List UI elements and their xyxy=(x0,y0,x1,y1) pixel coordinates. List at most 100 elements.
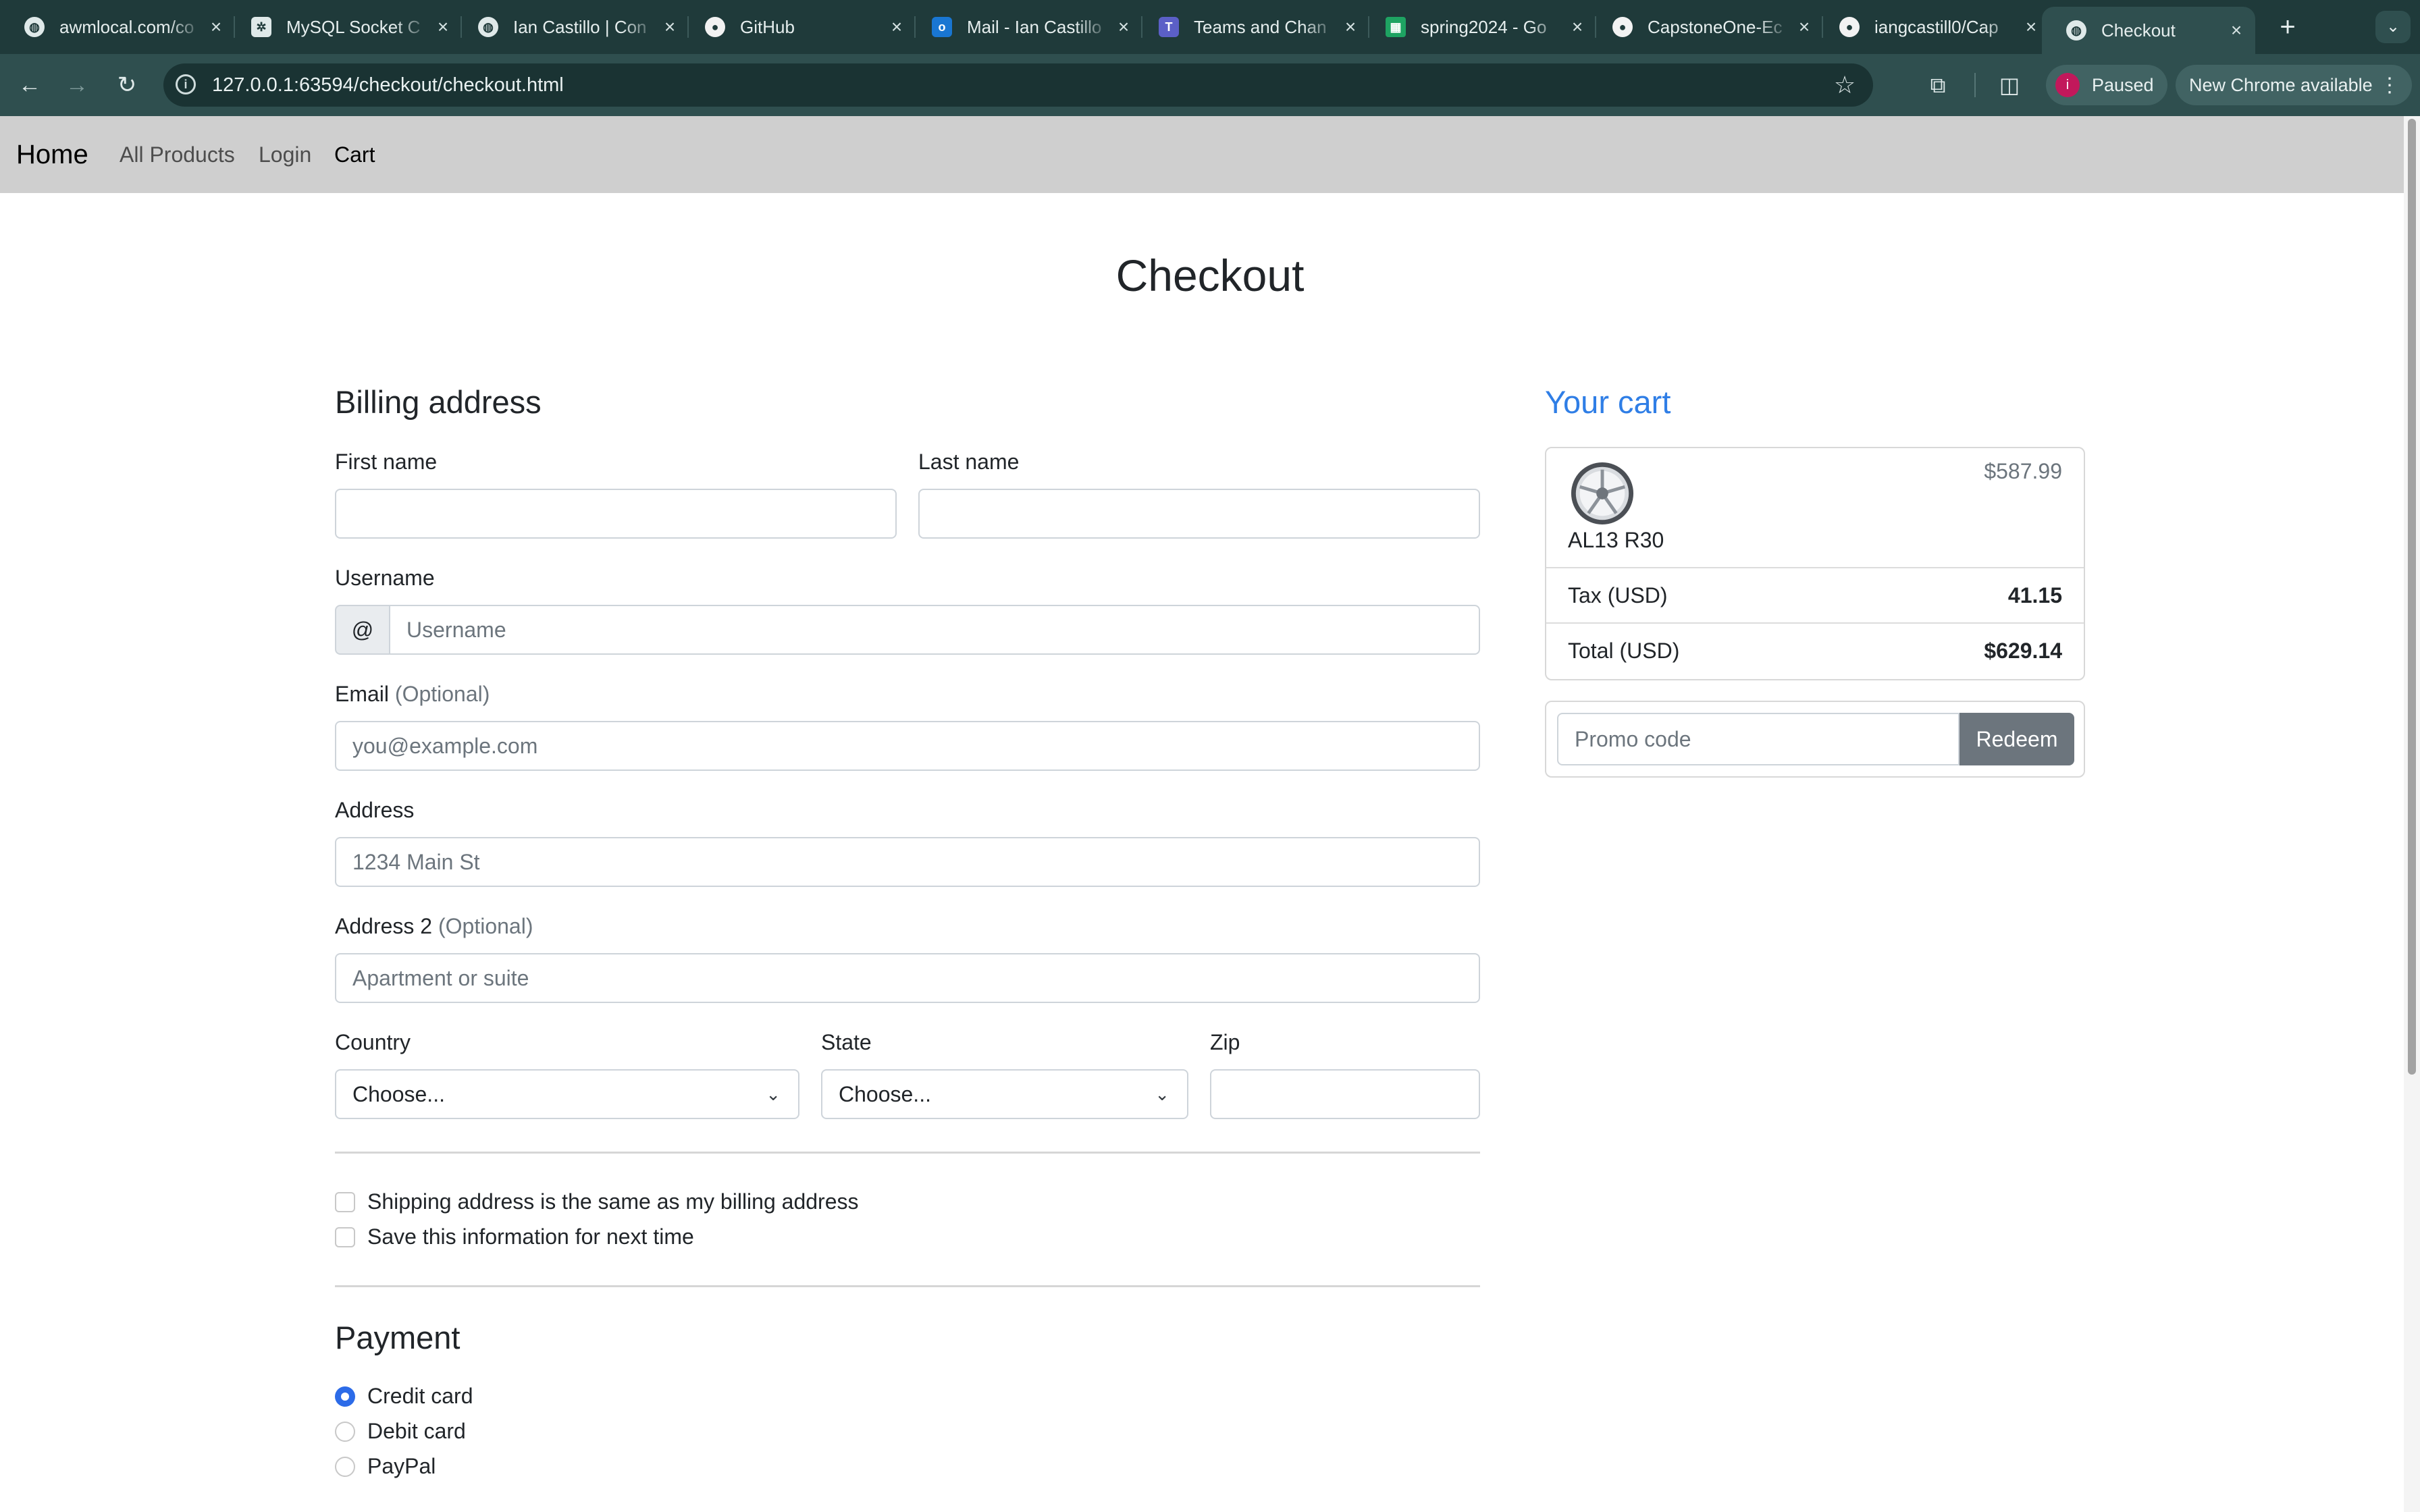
browser-tab-active[interactable]: ◍ Checkout × xyxy=(2042,7,2255,54)
browser-tab[interactable]: ✲ MySQL Socket C × xyxy=(227,7,462,47)
reload-icon[interactable]: ↻ xyxy=(109,68,144,103)
close-icon[interactable]: × xyxy=(1111,16,1136,38)
tax-label: Tax (USD) xyxy=(1568,583,1668,608)
chatgpt-icon: ✲ xyxy=(251,17,271,37)
browser-tab[interactable]: ● CapstoneOne-Ec × xyxy=(1588,7,1823,47)
update-chrome-button[interactable]: New Chrome available ⋮ xyxy=(2176,65,2412,105)
nav-home-link[interactable]: Home xyxy=(16,116,88,193)
address2-field[interactable]: Apartment or suite xyxy=(335,953,1480,1003)
teams-icon: T xyxy=(1159,17,1179,37)
close-icon[interactable]: × xyxy=(1338,16,1363,38)
address2-label-text: Address 2 xyxy=(335,914,433,938)
paypal-label: PayPal xyxy=(367,1454,436,1478)
profile-button[interactable]: i Paused xyxy=(2046,65,2167,105)
update-label: New Chrome available xyxy=(2189,74,2373,95)
email-label-text: Email xyxy=(335,682,390,706)
close-icon[interactable]: × xyxy=(1792,16,1816,38)
same-address-checkbox[interactable] xyxy=(335,1192,355,1212)
browser-toolbar: ← → ↻ i 127.0.0.1:63594/checkout/checkou… xyxy=(0,54,2420,116)
state-selected-value: Choose... xyxy=(839,1082,931,1106)
save-info-label: Save this information for next time xyxy=(367,1224,694,1249)
email-label: Email (Optional) xyxy=(335,682,490,707)
debit-card-radio[interactable] xyxy=(335,1422,355,1442)
chevron-down-icon: ⌄ xyxy=(766,1084,781,1104)
browser-tab[interactable]: T Teams and Chan × xyxy=(1134,7,1369,47)
new-tab-button[interactable]: + xyxy=(2270,9,2305,45)
forward-icon[interactable]: → xyxy=(59,68,95,103)
credit-card-label: Credit card xyxy=(367,1384,473,1408)
username-field[interactable]: Username xyxy=(389,605,1480,655)
close-icon[interactable]: × xyxy=(658,16,682,38)
redeem-button[interactable]: Redeem xyxy=(1959,713,2074,765)
divider xyxy=(335,1152,1480,1154)
zip-label: Zip xyxy=(1210,1030,1240,1054)
bookmark-star-icon[interactable]: ☆ xyxy=(1829,69,1861,101)
github-icon: ● xyxy=(705,17,725,37)
tab-title: iangcastill0/Cap xyxy=(1874,16,1999,37)
state-label: State xyxy=(821,1030,872,1054)
close-icon[interactable]: × xyxy=(2019,16,2043,38)
github-icon: ● xyxy=(1839,17,1860,37)
nav-cart-link[interactable]: Cart xyxy=(334,116,375,193)
close-icon[interactable]: × xyxy=(1565,16,1589,38)
browser-tab-strip: ◍ awmlocal.com/co × ✲ MySQL Socket C × ◍… xyxy=(0,0,2420,54)
globe-icon: ◍ xyxy=(2066,20,2086,40)
credit-card-radio[interactable] xyxy=(335,1386,355,1407)
address-bar[interactable]: i 127.0.0.1:63594/checkout/checkout.html… xyxy=(163,63,1873,107)
cart-item-price: $587.99 xyxy=(1984,459,2062,483)
close-icon[interactable]: × xyxy=(431,16,455,38)
browser-tab[interactable]: ● iangcastill0/Cap × xyxy=(1815,7,2050,47)
email-optional-note: (Optional) xyxy=(394,682,490,706)
address-field[interactable]: 1234 Main St xyxy=(335,837,1480,887)
extensions-icon[interactable]: ⧉ xyxy=(1923,70,1953,100)
save-info-checkbox[interactable] xyxy=(335,1227,355,1247)
state-select[interactable]: Choose... ⌄ xyxy=(821,1069,1188,1119)
globe-icon: ◍ xyxy=(24,17,45,37)
tax-row: Tax (USD) 41.15 xyxy=(1546,567,2084,624)
nav-all-products-link[interactable]: All Products xyxy=(120,116,235,193)
close-icon[interactable]: × xyxy=(204,16,228,38)
tab-title: MySQL Socket C xyxy=(286,16,421,37)
address2-label: Address 2 (Optional) xyxy=(335,914,533,939)
close-icon[interactable]: × xyxy=(885,16,909,38)
email-field[interactable]: you@example.com xyxy=(335,721,1480,771)
country-select[interactable]: Choose... ⌄ xyxy=(335,1069,799,1119)
tab-search-button[interactable]: ⌄ xyxy=(2375,11,2411,43)
username-at-prefix: @ xyxy=(335,605,390,655)
promo-code-placeholder: Promo code xyxy=(1575,727,1691,751)
back-icon[interactable]: ← xyxy=(12,68,47,103)
cart-heading: Your cart xyxy=(1545,384,1671,420)
debit-card-label: Debit card xyxy=(367,1419,466,1443)
paypal-radio[interactable] xyxy=(335,1457,355,1477)
more-menu-icon[interactable]: ⋮ xyxy=(2379,74,2400,97)
side-panel-icon[interactable]: ◫ xyxy=(1995,70,2024,100)
browser-tab[interactable]: o Mail - Ian Castillo × xyxy=(908,7,1142,47)
first-name-label: First name xyxy=(335,450,438,474)
tab-title: Mail - Ian Castillo xyxy=(967,16,1102,37)
page-scrollbar-thumb[interactable] xyxy=(2408,119,2416,1075)
browser-tab[interactable]: ◍ Ian Castillo | Con × xyxy=(454,7,689,47)
address-label: Address xyxy=(335,798,415,822)
browser-tab[interactable]: ▦ spring2024 - Go × xyxy=(1361,7,1596,47)
promo-code-input[interactable]: Promo code xyxy=(1557,713,1959,765)
payment-heading: Payment xyxy=(335,1320,461,1355)
nav-login-link[interactable]: Login xyxy=(259,116,311,193)
cart-item-name: AL13 R30 xyxy=(1568,528,1664,552)
email-placeholder: you@example.com xyxy=(352,734,538,758)
toolbar-divider xyxy=(1974,73,1976,97)
total-label: Total (USD) xyxy=(1568,639,1680,663)
address2-placeholder: Apartment or suite xyxy=(352,966,529,990)
product-wheel-image xyxy=(1571,462,1634,525)
site-info-icon[interactable]: i xyxy=(176,74,196,94)
tab-title: GitHub xyxy=(740,16,795,37)
url-text: 127.0.0.1:63594/checkout/checkout.html xyxy=(212,74,564,96)
country-selected-value: Choose... xyxy=(352,1082,445,1106)
first-name-field[interactable] xyxy=(335,489,897,539)
address-placeholder: 1234 Main St xyxy=(352,850,480,874)
tab-title: Ian Castillo | Con xyxy=(513,16,647,37)
last-name-field[interactable] xyxy=(918,489,1480,539)
close-icon[interactable]: × xyxy=(2224,20,2248,41)
browser-tab[interactable]: ◍ awmlocal.com/co × xyxy=(0,7,235,47)
browser-tab[interactable]: ● GitHub × xyxy=(681,7,916,47)
zip-field[interactable] xyxy=(1210,1069,1480,1119)
